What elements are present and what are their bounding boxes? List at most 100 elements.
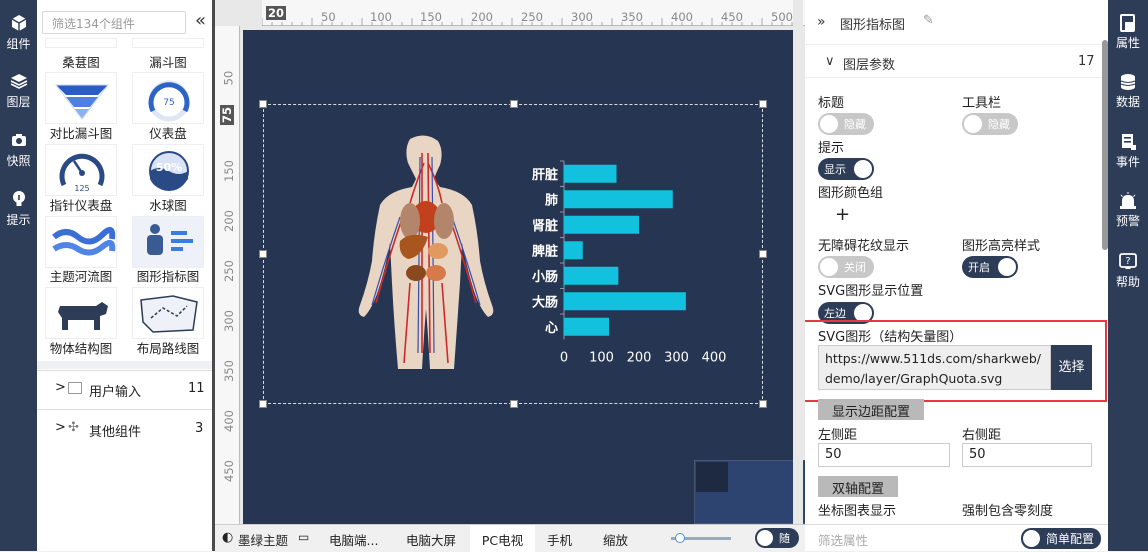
rail-item-alerts[interactable]: 预警 [1108,192,1148,229]
component-search-input[interactable]: 筛选134个组件 [42,11,186,34]
collapse-panel-icon[interactable]: « [195,10,206,31]
rail-item-events[interactable]: 事件 [1108,133,1148,170]
follow-toggle[interactable]: 随 [755,528,799,548]
graph-quota-thumb-icon [147,224,193,255]
bar-1 [564,164,617,183]
rail-label: 数据 [1115,95,1140,109]
left-margin-input[interactable]: 50 [818,443,950,467]
component-label: 水球图 [149,198,187,213]
toggle-text: 显示 [824,163,846,176]
canvas-area: 20 50 100 150 200 250 300 350 400 450 50… [215,0,805,524]
expand-icon[interactable]: » [817,14,826,30]
component-label: 物体结构图 [49,341,113,356]
left-rail: 组件 图层 快照 提示 [0,0,37,551]
group-label: 用户输入 [89,385,142,400]
resize-handle[interactable] [510,100,518,108]
highlight-label: 图形高亮样式 [962,239,1041,254]
group-other[interactable]: > ✣ 其他组件 3 [37,409,212,445]
bottom-toolbar: ◐ 墨绿主题 ▭ 电脑端... 电脑大屏 PC电视 手机 缩放 随 [215,524,805,552]
rail-item-properties[interactable]: 属性 [1108,14,1148,51]
category-label: 心 [545,321,558,336]
add-color-icon[interactable]: + [835,204,850,225]
a11y-label: 无障碍花纹显示 [818,239,910,254]
zoom-slider[interactable] [671,533,731,543]
component-tile-object-structure[interactable] [45,287,117,339]
svg-url-field[interactable]: https://www.511ds.com/sharkweb/demo/laye… [818,345,1051,390]
right-margin-input[interactable]: 50 [962,443,1092,467]
coord-display-label: 坐标图表显示 [818,504,897,519]
resize-handle[interactable] [759,100,767,108]
bar-3 [564,215,639,234]
toolbar-label: 工具栏 [962,96,1002,111]
component-tile-gauge[interactable]: 75 [132,72,204,124]
minimap[interactable] [694,460,805,524]
component-label: 指针仪表盘 [49,198,113,213]
a11y-toggle[interactable]: 关闭 [818,256,874,278]
component-tile-layout-route[interactable] [132,287,204,339]
simple-config-toggle[interactable]: 简单配置 [1021,528,1101,549]
rail-item-components[interactable]: 组件 [0,14,37,52]
dual-axis-button[interactable]: 双轴配置 [818,476,899,497]
resize-handle[interactable] [259,100,267,108]
category-label: 肺 [545,192,558,208]
tab-pc-tv[interactable]: PC电视 [470,525,535,552]
toggle-text: 左边 [824,307,846,320]
rail-item-snapshot[interactable]: 快照 [0,131,37,169]
component-tile-theme-river[interactable] [45,216,117,268]
ruler-tick: 350 [221,360,236,382]
rail-item-data[interactable]: 数据 [1108,73,1148,110]
selected-widget-frame[interactable]: 肝脏肺肾脏 脾脏 小肠 大肠心 0 100 200 300 400 [259,100,767,408]
horizontal-ruler: 20 50 100 150 200 250 300 350 400 450 50… [262,0,805,26]
bar-5 [564,266,619,285]
tab-big-screen[interactable]: 电脑大屏 [406,530,456,549]
cow-thumb-icon [58,302,108,330]
title-toggle[interactable]: 隐藏 [818,113,874,135]
group-count: 3 [195,421,204,436]
database-icon [1120,74,1136,90]
resize-handle[interactable] [759,400,767,408]
choose-svg-button[interactable]: 选择 [1051,345,1092,390]
ruler-tick: 400 [221,410,236,432]
screen-icon: ▭ [298,530,310,544]
rail-label: 提示 [6,213,31,227]
widget-title: 图形指标图 [840,18,906,33]
tab-desktop[interactable]: 电脑端... [329,530,378,549]
design-stage[interactable]: 肝脏肺肾脏 脾脏 小肠 大肠心 0 100 200 300 400 [243,30,805,524]
toggle-text: 关闭 [844,261,866,274]
component-tile-funnel[interactable] [132,38,204,48]
ruler-tick: 50 [221,70,236,86]
layers-icon [10,74,27,89]
section-layer-params[interactable]: ∨ 图层参数 17 [805,44,1108,78]
group-count: 11 [188,381,205,396]
follow-label: 随 [779,532,790,545]
toolbar-toggle[interactable]: 隐藏 [962,113,1018,135]
margin-config-button[interactable]: 显示边距配置 [818,399,925,420]
resize-handle[interactable] [259,400,267,408]
component-label: 图形指标图 [136,269,200,284]
edit-pencil-icon[interactable]: ✎ [923,13,934,28]
property-filter-input[interactable]: 筛选属性 [818,530,868,549]
zoom-slider-thumb[interactable] [675,533,685,543]
resize-handle[interactable] [759,250,767,258]
tab-mobile[interactable]: 手机 [547,530,572,549]
component-tile-graph-quota[interactable] [132,216,204,268]
resize-handle[interactable] [259,250,267,258]
resize-handle[interactable] [510,400,518,408]
highlight-toggle[interactable]: 开启 [962,256,1018,278]
rail-item-layers[interactable]: 图层 [0,72,37,110]
right-margin-label: 右侧距 [962,428,1002,443]
human-anatomy-illustration [358,135,494,369]
property-panel: » 图形指标图 ✎ ∨ 图层参数 17 标题 隐藏 工具栏 隐藏 提示 显示 图… [805,0,1108,551]
component-label: 布局路线图 [136,341,200,356]
group-user-input[interactable]: > 用户输入 11 [37,370,212,406]
liquid-thumb-value: 50% [156,161,182,174]
tooltip-toggle[interactable]: 显示 [818,158,874,180]
rail-item-tips[interactable]: 提示 [0,190,37,228]
component-tile-sankey[interactable] [45,38,117,48]
component-tile-compare-funnel[interactable] [45,72,117,124]
theme-selector[interactable]: 墨绿主题 [238,530,288,549]
rail-item-help[interactable]: ? 帮助 [1108,253,1148,290]
component-tile-needle-gauge[interactable]: 125 [45,144,117,196]
palette-icon[interactable]: ◐ [222,530,233,545]
component-tile-liquid[interactable]: 50% [132,144,204,196]
